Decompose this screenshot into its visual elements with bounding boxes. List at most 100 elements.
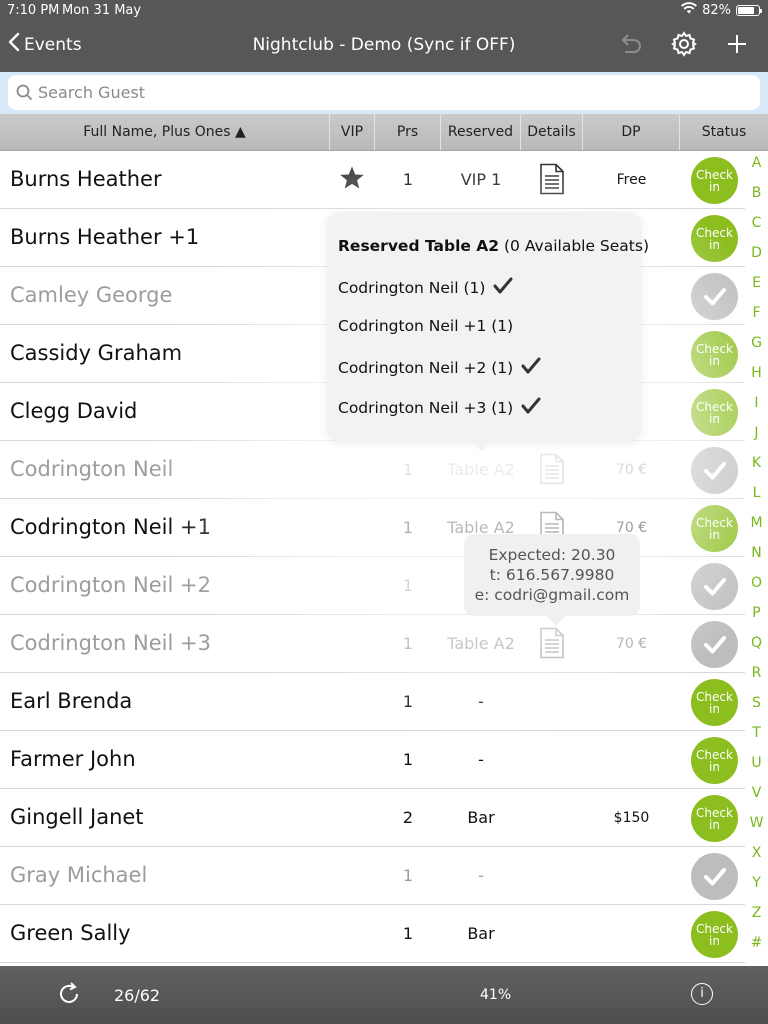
column-name[interactable]: Full Name, Plus Ones ▲ [0,114,330,150]
column-status[interactable]: Status [680,114,768,150]
alphabet-letter[interactable]: G [745,335,768,351]
details-document-icon[interactable] [521,163,583,195]
check-in-button[interactable]: Check in [691,331,738,378]
guest-name: Gray Michael [10,863,148,887]
checkmark-icon [703,287,726,305]
table-row[interactable]: Gray Michael 1 - [0,847,745,905]
reservation[interactable]: - [441,750,521,769]
details-document-icon[interactable] [521,453,583,485]
party-size: 1 [402,750,414,769]
checked-in-button[interactable] [691,447,738,494]
details-document-icon[interactable] [521,627,583,659]
door-price: Free [616,172,647,188]
popover-guest-item[interactable]: Codrington Neil (1) [338,277,513,299]
alphabet-letter[interactable]: K [745,455,768,471]
checked-in-button[interactable] [691,621,738,668]
party-size: 1 [402,460,414,479]
battery-fill [738,6,755,14]
reservation[interactable]: - [441,692,521,711]
checked-in-button[interactable] [691,273,738,320]
check-in-label: Check in [696,749,733,773]
party-size: 2 [402,808,414,827]
alphabet-letter[interactable]: Q [745,635,768,651]
table-row[interactable]: Green Sally 1 Bar Check in [0,905,745,963]
alphabet-letter[interactable]: M [745,515,768,531]
alphabet-letter[interactable]: B [745,185,768,201]
alphabet-letter[interactable]: C [745,215,768,231]
alphabet-letter[interactable]: V [745,785,768,801]
column-prs[interactable]: Prs [375,114,441,150]
settings-button[interactable] [669,30,699,62]
alphabet-letter[interactable]: X [745,845,768,861]
check-in-button[interactable]: Check in [691,389,738,436]
add-button[interactable] [722,31,752,61]
alphabet-letter[interactable]: W [745,815,768,831]
alphabet-letter[interactable]: Z [745,905,768,921]
guest-name: Codrington Neil +1 [10,515,211,539]
status-time: 7:10 PM [7,3,60,18]
checked-in-button[interactable] [691,853,738,900]
checked-in-button[interactable] [691,563,738,610]
checkin-percent: 41% [480,987,512,1003]
reservation[interactable]: - [441,866,521,885]
popover-guest-item[interactable]: Codrington Neil +1 (1) [338,317,513,335]
check-in-button[interactable]: Check in [691,215,738,262]
check-in-label-line2: in [709,759,720,774]
alphabet-letter[interactable]: R [745,665,768,681]
alphabet-index: A B C D E F G H I J K L M N O P Q R S T U V W X Y Z # [745,155,768,955]
alphabet-letter[interactable]: A [745,155,768,171]
checkmark-icon [521,397,541,419]
popover-guest-item[interactable]: Codrington Neil +3 (1) [338,397,541,419]
back-button[interactable]: Events [8,32,82,57]
reservation[interactable]: VIP 1 [441,170,521,189]
alphabet-letter[interactable]: E [745,275,768,291]
info-button[interactable]: i [691,983,713,1005]
table-row[interactable]: Codrington Neil 1 Table A2 70 € [0,441,745,499]
check-in-button[interactable]: Check in [691,157,738,204]
column-details[interactable]: Details [521,114,583,150]
alphabet-letter[interactable]: I [745,395,768,411]
refresh-button[interactable] [56,981,82,1011]
column-dp[interactable]: DP [583,114,680,150]
alphabet-letter[interactable]: H [745,365,768,381]
search-input[interactable] [38,75,753,110]
guest-count: 26/62 [114,986,161,1005]
table-row[interactable]: Farmer John 1 - Check in [0,731,745,789]
alphabet-letter[interactable]: N [745,545,768,561]
status-right: 82% [681,2,762,18]
table-row[interactable]: Gingell Janet 2 Bar $150 Check in [0,789,745,847]
reservation[interactable]: Bar [441,808,521,827]
alphabet-letter[interactable]: O [745,575,768,591]
table-row[interactable]: Earl Brenda 1 - Check in [0,673,745,731]
table-row[interactable]: Burns Heather 1 VIP 1 Free Check in [0,151,745,209]
check-in-button[interactable]: Check in [691,679,738,726]
refresh-icon [60,982,78,1003]
reservation[interactable]: Bar [441,924,521,943]
undo-button[interactable] [616,31,646,61]
check-in-button[interactable]: Check in [691,911,738,958]
gear-icon [671,30,697,62]
popover-guest-item[interactable]: Codrington Neil +2 (1) [338,357,541,379]
column-vip[interactable]: VIP [330,114,375,150]
battery-percent: 82% [702,2,731,18]
alphabet-letter[interactable]: F [745,305,768,321]
alphabet-letter[interactable]: L [745,485,768,501]
alphabet-letter[interactable]: S [745,695,768,711]
check-in-button[interactable]: Check in [691,737,738,784]
reservation[interactable]: Table A2 [441,460,521,479]
alphabet-letter[interactable]: U [745,755,768,771]
alphabet-letter[interactable]: Y [745,875,768,891]
party-size: 1 [402,924,414,943]
column-reserved[interactable]: Reserved [441,114,521,150]
alphabet-letter[interactable]: T [745,725,768,741]
door-price: 70 € [615,636,648,652]
alphabet-letter[interactable]: # [745,935,768,951]
check-in-label-line2: in [709,933,720,948]
check-in-button[interactable]: Check in [691,505,738,552]
alphabet-letter[interactable]: P [745,605,768,621]
alphabet-letter[interactable]: D [745,245,768,261]
table-row[interactable]: Codrington Neil +3 1 Table A2 70 € [0,615,745,673]
alphabet-letter[interactable]: J [745,425,768,441]
reservation[interactable]: Table A2 [441,634,521,653]
check-in-button[interactable]: Check in [691,795,738,842]
